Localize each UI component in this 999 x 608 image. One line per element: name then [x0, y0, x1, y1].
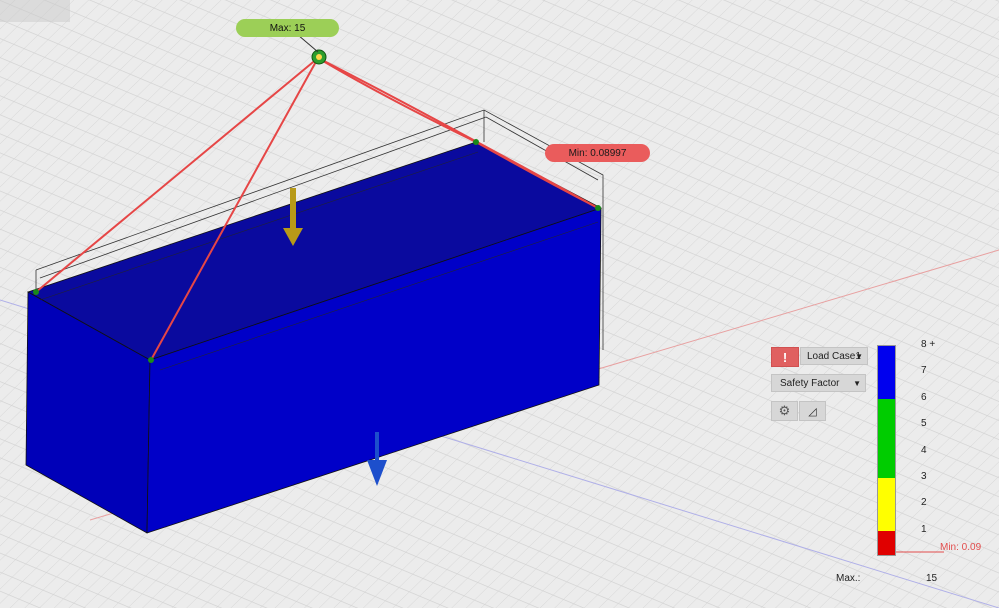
result-type-label: Safety Factor: [780, 377, 840, 389]
gear-icon[interactable]: ⚙: [771, 401, 798, 421]
legend-min-label: Min: 0.09: [940, 542, 982, 553]
chevron-down-icon: ▼: [855, 351, 863, 361]
corner-marker: [148, 357, 154, 363]
legend-color-bar: [877, 345, 896, 556]
chevron-down-icon: ▼: [853, 378, 861, 388]
legend-max-label: Max.:: [836, 573, 861, 584]
legend-segment-yellow: [878, 478, 895, 531]
probe-icon[interactable]: ◿: [799, 401, 826, 421]
legend-tick: 1: [921, 524, 927, 535]
3d-viewport[interactable]: [0, 0, 999, 608]
legend-tick: 5: [921, 418, 927, 429]
corner-marker: [595, 205, 601, 211]
legend-tick: 2: [921, 497, 927, 508]
legend-tick: 3: [921, 471, 927, 482]
legend-segment-blue: [878, 346, 895, 399]
legend-tick: 7: [921, 365, 927, 376]
min-leader-line: [896, 551, 944, 553]
legend-segment-red: [878, 531, 895, 555]
legend-max-value: 15: [926, 573, 938, 584]
warning-icon[interactable]: !: [771, 347, 799, 367]
corner-marker: [33, 289, 39, 295]
legend-tick: 6: [921, 392, 927, 403]
min-value-tag[interactable]: Min: 0.08997: [545, 144, 650, 162]
max-value-tag[interactable]: Max: 15: [236, 19, 339, 37]
load-case-dropdown[interactable]: Load Case1 ▼: [800, 347, 868, 365]
result-type-dropdown[interactable]: Safety Factor ▼: [771, 374, 866, 392]
legend-tick: 8 +: [921, 339, 936, 350]
load-case-label: Load Case1: [807, 350, 861, 362]
scroll-texture: [0, 0, 70, 22]
corner-marker: [473, 139, 479, 145]
legend-segment-green: [878, 399, 895, 478]
legend-tick: 4: [921, 445, 927, 456]
